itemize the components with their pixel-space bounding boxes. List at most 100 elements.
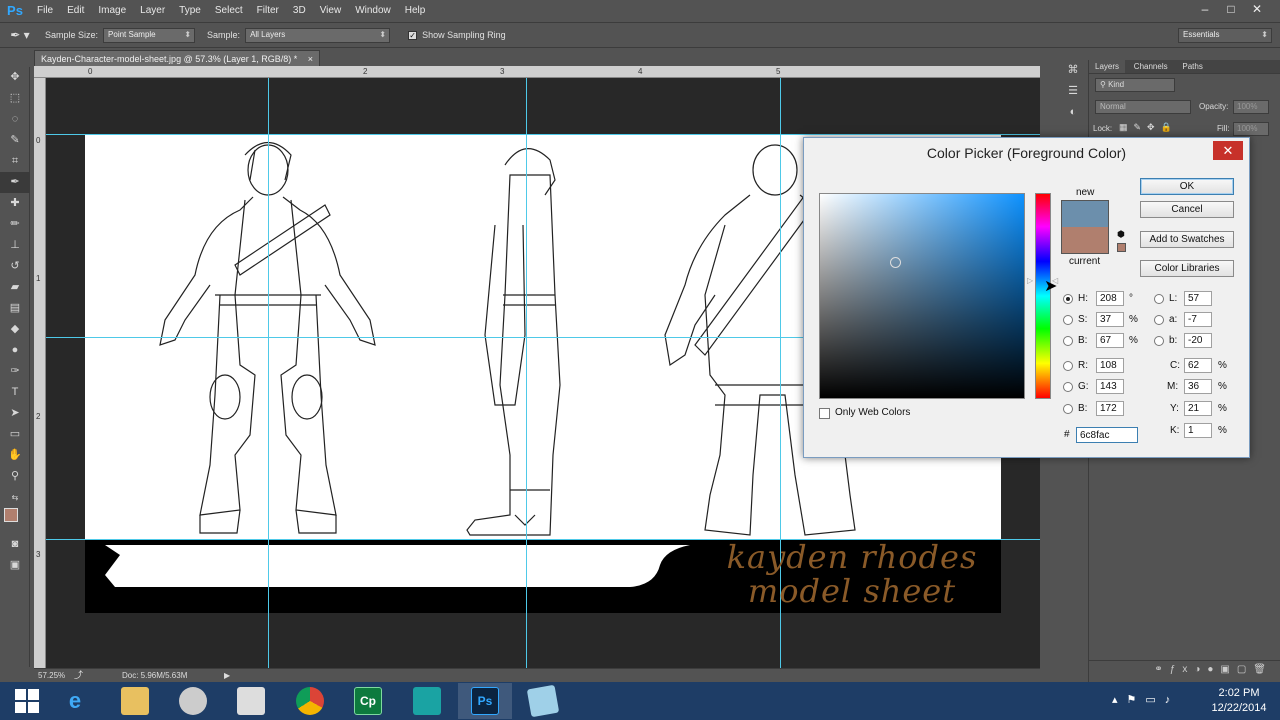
zoom-tool-icon[interactable]: ⚲ (0, 466, 30, 487)
hue-slider-left-arrow-icon[interactable]: ▷ (1027, 276, 1033, 285)
color-libraries-button[interactable]: Color Libraries (1140, 260, 1234, 277)
gradient-tool-icon[interactable]: ▤ (0, 298, 30, 319)
dialog-close-button[interactable]: ✕ (1213, 141, 1243, 160)
pen-tool-icon[interactable]: ✑ (0, 361, 30, 382)
taskbar-3ds-max[interactable] (400, 683, 454, 719)
type-tool-icon[interactable]: T (0, 382, 30, 403)
taskbar-paint[interactable] (166, 683, 220, 719)
taskbar-calculator[interactable] (224, 683, 278, 719)
zoom-level[interactable]: 57.25% (38, 669, 65, 682)
layers-panel-footer-icons[interactable]: ⚭ƒx◑●▣▢🗑 (1089, 660, 1280, 680)
foreground-color-swatch[interactable] (4, 508, 18, 522)
current-color-swatch[interactable] (1061, 227, 1109, 254)
sample-size-select[interactable]: Point Sample (103, 27, 196, 43)
menu-file[interactable]: File (30, 0, 60, 22)
taskbar-file-explorer[interactable] (108, 683, 162, 719)
menu-filter[interactable]: Filter (250, 0, 286, 22)
guide-vertical[interactable] (268, 78, 269, 668)
quick-mask-icon[interactable]: ◙ (0, 534, 30, 555)
taskbar-chrome[interactable] (283, 683, 337, 719)
saturation-brightness-field[interactable] (819, 193, 1025, 399)
dodge-tool-icon[interactable]: ● (0, 340, 30, 361)
document-tab[interactable]: Kayden-Character-model-sheet.jpg @ 57.3%… (34, 50, 321, 66)
workspace-select[interactable]: Essentials (1178, 28, 1272, 43)
brush-tool-icon[interactable]: ✏ (0, 214, 30, 235)
blue-field[interactable]: 172 (1096, 401, 1124, 416)
menu-3d[interactable]: 3D (286, 0, 313, 22)
properties-panel-icon[interactable]: ☰ (1060, 81, 1086, 102)
status-menu-arrow-icon[interactable]: ▶ (224, 669, 230, 682)
taskbar-internet-explorer[interactable]: e (48, 683, 102, 719)
menu-window[interactable]: Window (348, 0, 398, 22)
out-of-gamut-cube-icon[interactable]: ⬢ (1117, 229, 1125, 240)
menu-help[interactable]: Help (398, 0, 433, 22)
maximize-button[interactable]: □ (1218, 0, 1244, 18)
tab-layers[interactable]: Layers (1089, 60, 1126, 73)
eyedropper-tool-preset-icon[interactable]: ✒ ▾ (0, 28, 40, 42)
lasso-tool-icon[interactable]: ◌ (0, 109, 30, 130)
clone-stamp-tool-icon[interactable]: ⊥ (0, 235, 30, 256)
crop-tool-icon[interactable]: ⌗ (0, 151, 30, 172)
add-to-swatches-button[interactable]: Add to Swatches (1140, 231, 1234, 248)
color-swatches[interactable] (0, 508, 30, 534)
lightness-field[interactable]: 57 (1184, 291, 1212, 306)
screen-mode-icon[interactable]: ▣ (0, 555, 30, 576)
magenta-field[interactable]: 36 (1184, 379, 1212, 394)
shape-tool-icon[interactable]: ▭ (0, 424, 30, 445)
saturation-radio[interactable] (1063, 315, 1073, 325)
opacity-field[interactable]: 100% (1233, 100, 1269, 114)
layer-filter-select[interactable]: ⚲ Kind (1095, 78, 1175, 92)
show-sampling-ring-checkbox[interactable]: ✓ (408, 30, 418, 40)
b-channel-field[interactable]: -20 (1184, 333, 1212, 348)
yellow-field[interactable]: 21 (1184, 401, 1212, 416)
red-radio[interactable] (1063, 361, 1073, 371)
menu-select[interactable]: Select (208, 0, 250, 22)
a-channel-field[interactable]: -7 (1184, 312, 1212, 327)
guide-horizontal[interactable] (46, 134, 1040, 135)
adjustments-panel-icon[interactable]: ◐ (1060, 102, 1086, 123)
lightness-radio[interactable] (1154, 294, 1164, 304)
marquee-tool-icon[interactable]: ⬚ (0, 88, 30, 109)
menu-type[interactable]: Type (172, 0, 208, 22)
menu-layer[interactable]: Layer (133, 0, 172, 22)
green-radio[interactable] (1063, 382, 1073, 392)
brightness-radio[interactable] (1063, 336, 1073, 346)
healing-brush-tool-icon[interactable]: ✚ (0, 193, 30, 214)
saturation-field[interactable]: 37 (1096, 312, 1124, 327)
menu-image[interactable]: Image (91, 0, 133, 22)
taskbar-photoshop[interactable]: Ps (458, 683, 512, 719)
menu-edit[interactable]: Edit (60, 0, 91, 22)
eraser-tool-icon[interactable]: ▰ (0, 277, 30, 298)
a-channel-radio[interactable] (1154, 315, 1164, 325)
close-app-button[interactable]: ✕ (1244, 0, 1270, 18)
system-tray-icons[interactable]: ▴⚑▭♪ (1112, 693, 1179, 706)
system-clock[interactable]: 2:02 PM 12/22/2014 (1200, 686, 1278, 716)
quick-select-tool-icon[interactable]: ✎ (0, 130, 30, 151)
sample-select[interactable]: All Layers (245, 27, 391, 43)
move-tool-icon[interactable]: ✥ (0, 67, 30, 88)
eyedropper-tool-icon[interactable]: ✒ (0, 172, 30, 193)
tab-paths[interactable]: Paths (1176, 60, 1208, 73)
green-field[interactable]: 143 (1096, 379, 1124, 394)
cyan-field[interactable]: 62 (1184, 358, 1212, 373)
history-panel-icon[interactable]: ⌘ (1060, 60, 1086, 81)
web-safe-swatch[interactable] (1117, 243, 1126, 252)
hue-radio[interactable] (1063, 294, 1073, 304)
b-channel-radio[interactable] (1154, 336, 1164, 346)
export-icon[interactable]: ⤴ (74, 669, 83, 682)
minimize-button[interactable]: – (1192, 0, 1218, 18)
menu-view[interactable]: View (313, 0, 349, 22)
start-button[interactable] (0, 683, 54, 719)
taskbar-notes[interactable] (516, 683, 570, 719)
lock-icons[interactable]: ▦✎✥🔒 (1119, 122, 1178, 133)
history-brush-tool-icon[interactable]: ↺ (0, 256, 30, 277)
swap-colors-icon[interactable]: ⇆ (0, 487, 30, 508)
taskbar-captivate[interactable]: Cp (341, 683, 395, 719)
tab-channels[interactable]: Channels (1128, 60, 1174, 73)
brightness-field[interactable]: 67 (1096, 333, 1124, 348)
black-field[interactable]: 1 (1184, 423, 1212, 438)
document-tab-close-icon[interactable]: × (308, 54, 313, 64)
hand-tool-icon[interactable]: ✋ (0, 445, 30, 466)
path-select-tool-icon[interactable]: ➤ (0, 403, 30, 424)
cancel-button[interactable]: Cancel (1140, 201, 1234, 218)
